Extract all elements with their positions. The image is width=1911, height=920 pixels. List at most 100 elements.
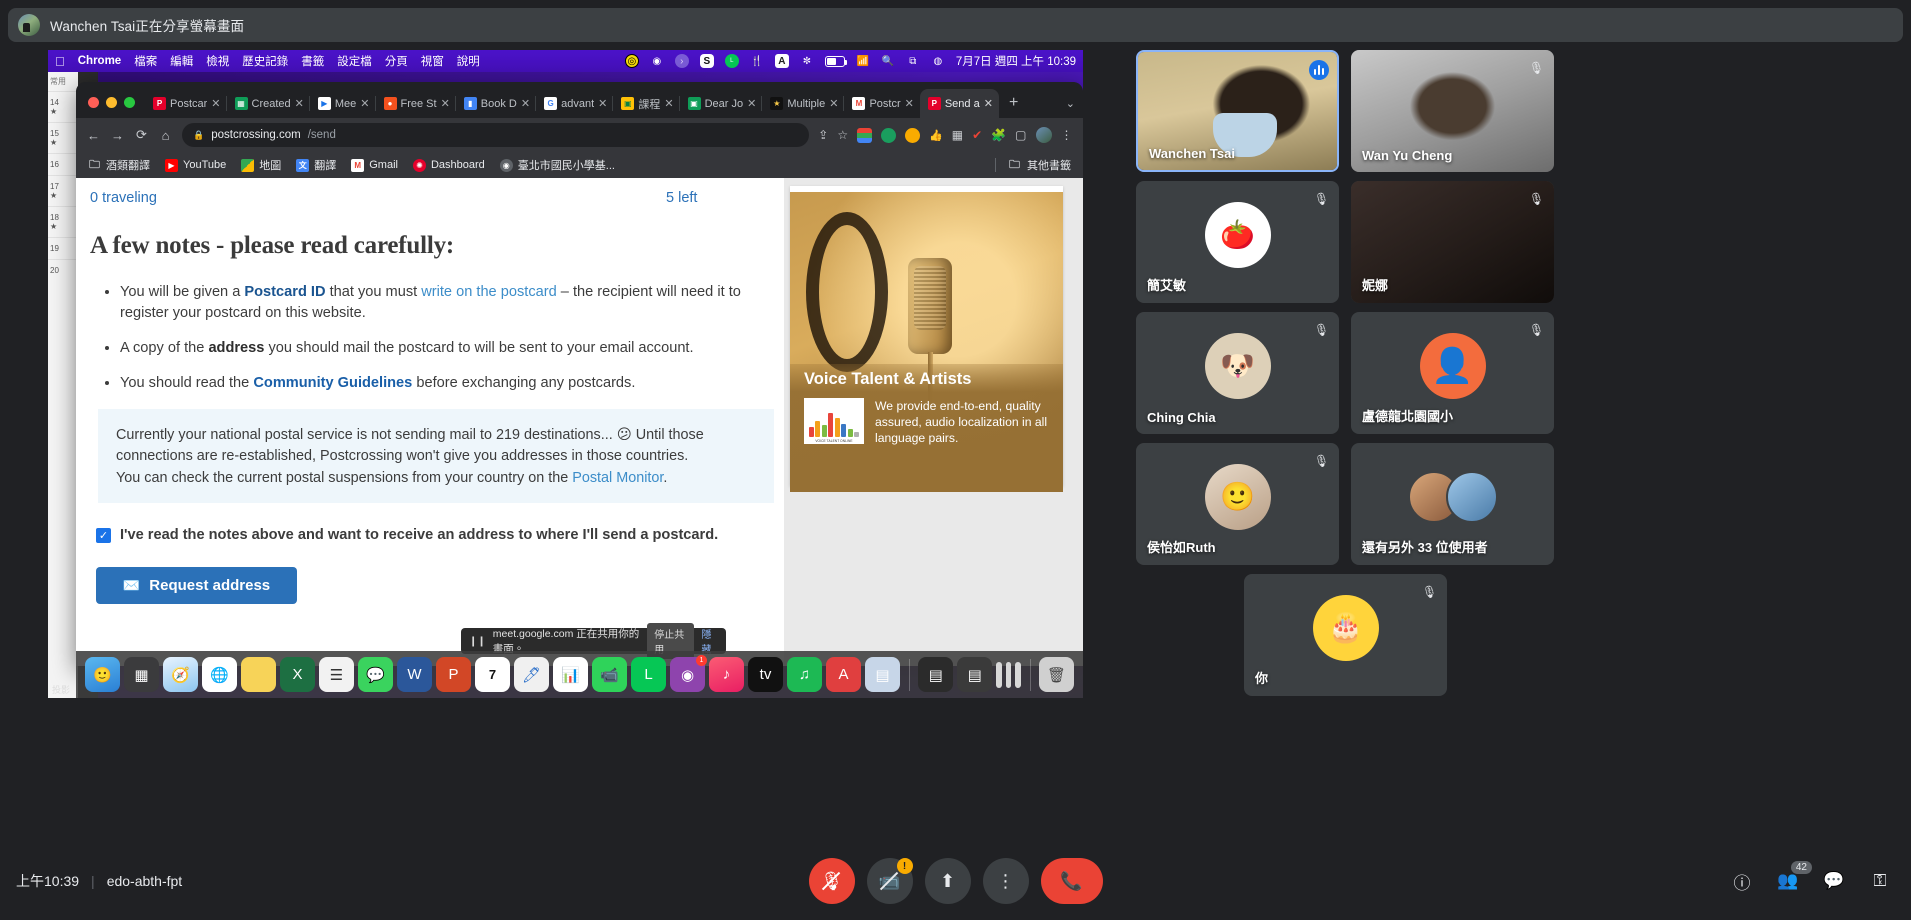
chrome-browser-window[interactable]: P Postcar ✕ ▦ Created ✕ ▶ Mee ✕ ● Free S… xyxy=(76,82,1083,666)
close-tab-icon[interactable]: ✕ xyxy=(984,97,993,110)
new-tab-button[interactable]: + xyxy=(999,94,1028,118)
spotify-icon[interactable]: ♫ xyxy=(787,657,822,692)
chrome-icon[interactable]: 🌐 xyxy=(202,657,237,692)
participants-button[interactable]: 👥 42 xyxy=(1775,861,1812,894)
browser-tab[interactable]: ▦ Created ✕ xyxy=(225,89,310,118)
numbers-icon[interactable]: 📊 xyxy=(553,657,588,692)
browser-tab[interactable]: M Postcr ✕ xyxy=(843,89,919,118)
siri-icon[interactable]: ◍ xyxy=(931,54,945,68)
participant-tile-wan-yu-cheng[interactable]: 🎙 Wan Yu Cheng xyxy=(1351,50,1554,172)
other-bookmarks-item[interactable]: 🗀 其他書籤 xyxy=(995,157,1071,173)
request-address-button[interactable]: ✉️ Request address xyxy=(96,567,297,605)
browser-tab[interactable]: P Postcar ✕ xyxy=(145,89,227,118)
browser-tab[interactable]: ▣ 課程 ✕ xyxy=(612,89,679,118)
acrobat-icon[interactable]: A xyxy=(826,657,861,692)
agreement-checkbox-row[interactable]: ✓ I've read the notes above and want to … xyxy=(96,527,784,543)
participant-tile-other-users[interactable]: 還有另外 33 位使用者 xyxy=(1351,443,1554,565)
utensils-icon[interactable]: 🍴 xyxy=(750,54,764,68)
menu-item-file[interactable]: 檔案 xyxy=(134,53,157,69)
input-source-a-icon[interactable]: A xyxy=(774,54,789,68)
rainbow-extension-icon[interactable] xyxy=(857,127,873,143)
browser-tab-active[interactable]: P Send a ✕ xyxy=(919,89,999,118)
bookmark-item[interactable]: 🗀 酒類翻譯 xyxy=(88,157,150,173)
calendar-7-icon[interactable]: 7 xyxy=(475,657,510,692)
camera-button[interactable]: 📹 ! xyxy=(866,858,913,904)
reload-button[interactable]: ⟳ xyxy=(134,127,149,143)
preview-icon[interactable]: 🖊 xyxy=(514,657,549,692)
participant-tile-self[interactable]: 🎂 🎙 你 xyxy=(1244,574,1447,696)
close-tab-icon[interactable]: ✕ xyxy=(829,97,838,110)
green-circle-extension-icon[interactable] xyxy=(881,127,897,143)
menu-item-bookmarks[interactable]: 書籤 xyxy=(301,53,324,69)
close-tab-icon[interactable]: ✕ xyxy=(905,97,914,110)
multicolor-extension-icon[interactable] xyxy=(905,127,921,143)
activities-button[interactable]: ⚿ xyxy=(1867,868,1893,894)
profile-avatar-icon[interactable] xyxy=(1035,127,1052,143)
close-tab-icon[interactable]: ✕ xyxy=(598,97,607,110)
purple-arrow-icon[interactable]: › xyxy=(674,54,689,68)
bookmark-item[interactable]: ◉ 臺北市國民小學基... xyxy=(499,157,615,173)
music-icon[interactable]: ♪ xyxy=(709,657,744,692)
camera-rec-icon[interactable]: ◉ xyxy=(650,54,664,68)
side-panel-icon[interactable]: ▢ xyxy=(1015,128,1026,142)
three-dot-menu-icon[interactable]: ⋮ xyxy=(1061,128,1074,142)
apple-logo-icon[interactable]:  xyxy=(55,55,65,68)
wifi-icon[interactable]: 📶 xyxy=(856,54,870,68)
window-thumb-1[interactable]: ▤ xyxy=(918,657,954,692)
window-traffic-lights[interactable] xyxy=(84,97,145,118)
browser-tab[interactable]: ▣ Dear Jo ✕ xyxy=(678,89,763,118)
menu-item-edit[interactable]: 編輯 xyxy=(170,53,193,69)
browser-tab[interactable]: ★ Multiple ✕ xyxy=(761,89,844,118)
participant-tile-lu-de-long[interactable]: 👤 🎙 盧德龍北園國小 xyxy=(1351,312,1554,434)
more-options-button[interactable]: ⋮ xyxy=(982,858,1029,904)
puzzle-icon[interactable]: 🧩 xyxy=(991,128,1006,142)
maximize-window-button[interactable] xyxy=(124,97,135,108)
safari-icon[interactable]: 🧭 xyxy=(163,657,198,692)
pause-icon[interactable]: ❙❙ xyxy=(469,636,486,647)
word-icon[interactable]: W xyxy=(397,657,432,692)
finder-icon[interactable]: 🙂 xyxy=(85,657,120,692)
participant-tile-ching-chia[interactable]: 🐶 🎙 Ching Chia xyxy=(1136,312,1339,434)
appletv-icon[interactable]: tv xyxy=(748,657,783,692)
minimize-window-button[interactable] xyxy=(106,97,117,108)
red-check-icon[interactable]: ✔ xyxy=(972,128,982,142)
close-tab-icon[interactable]: ✕ xyxy=(747,97,756,110)
menu-item-help[interactable]: 說明 xyxy=(457,53,480,69)
chevron-down-icon[interactable]: ⌄ xyxy=(1058,97,1083,118)
menu-item-tab[interactable]: 分頁 xyxy=(385,53,408,69)
postcard-id-link[interactable]: Postcard ID xyxy=(244,284,325,300)
address-bar[interactable]: 🔒 postcrossing.com/send xyxy=(182,123,810,147)
facetime-icon[interactable]: 📹 xyxy=(592,657,627,692)
bookmark-item[interactable]: 文 翻譯 xyxy=(296,157,336,173)
reminders-icon[interactable]: ☰ xyxy=(319,657,354,692)
counter-left-slots[interactable]: 5 left xyxy=(666,190,697,206)
counter-traveling[interactable]: 0 traveling xyxy=(90,190,157,206)
powerpoint-icon[interactable]: P xyxy=(436,657,471,692)
close-tab-icon[interactable]: ✕ xyxy=(521,97,530,110)
browser-tab[interactable]: ● Free St ✕ xyxy=(374,89,456,118)
yellow-circle-icon[interactable]: ◎ xyxy=(624,54,639,68)
chat-button[interactable]: 💬 xyxy=(1821,868,1847,894)
home-button[interactable]: ⌂ xyxy=(158,128,173,143)
bookmark-star-icon[interactable]: ☆ xyxy=(837,128,848,142)
microphone-off-button[interactable]: 🎙 xyxy=(808,858,855,904)
advertisement-card[interactable]: Voice Talent & Artists VOICE TALENT ONLI… xyxy=(790,186,1063,492)
menu-item-chrome[interactable]: Chrome xyxy=(78,55,121,67)
browser-tab[interactable]: G advant ✕ xyxy=(535,89,613,118)
postal-monitor-link[interactable]: Postal Monitor xyxy=(572,470,663,486)
s-badge-icon[interactable]: S xyxy=(699,54,714,68)
share-icon[interactable]: ⇪ xyxy=(818,128,828,142)
browser-tab[interactable]: ▮ Book D ✕ xyxy=(454,89,536,118)
battery-icon[interactable] xyxy=(824,55,847,67)
menubar-clock[interactable]: 7月7日 週四 上午 10:39 xyxy=(956,53,1076,69)
excel-icon[interactable]: X xyxy=(280,657,315,692)
menu-item-window[interactable]: 視窗 xyxy=(421,53,444,69)
close-tab-icon[interactable]: ✕ xyxy=(211,97,220,110)
window-thumb-4[interactable] xyxy=(1005,661,1012,688)
search-icon[interactable]: 🔍 xyxy=(881,54,895,68)
close-tab-icon[interactable]: ✕ xyxy=(360,97,369,110)
participant-tile-hou-yi-ru-ruth[interactable]: 🙂 🎙 侯怡如Ruth xyxy=(1136,443,1339,565)
stickies-icon[interactable]: ▤ xyxy=(865,657,900,692)
menu-item-view[interactable]: 檢視 xyxy=(206,53,229,69)
present-button[interactable]: ⬆ xyxy=(924,858,971,904)
